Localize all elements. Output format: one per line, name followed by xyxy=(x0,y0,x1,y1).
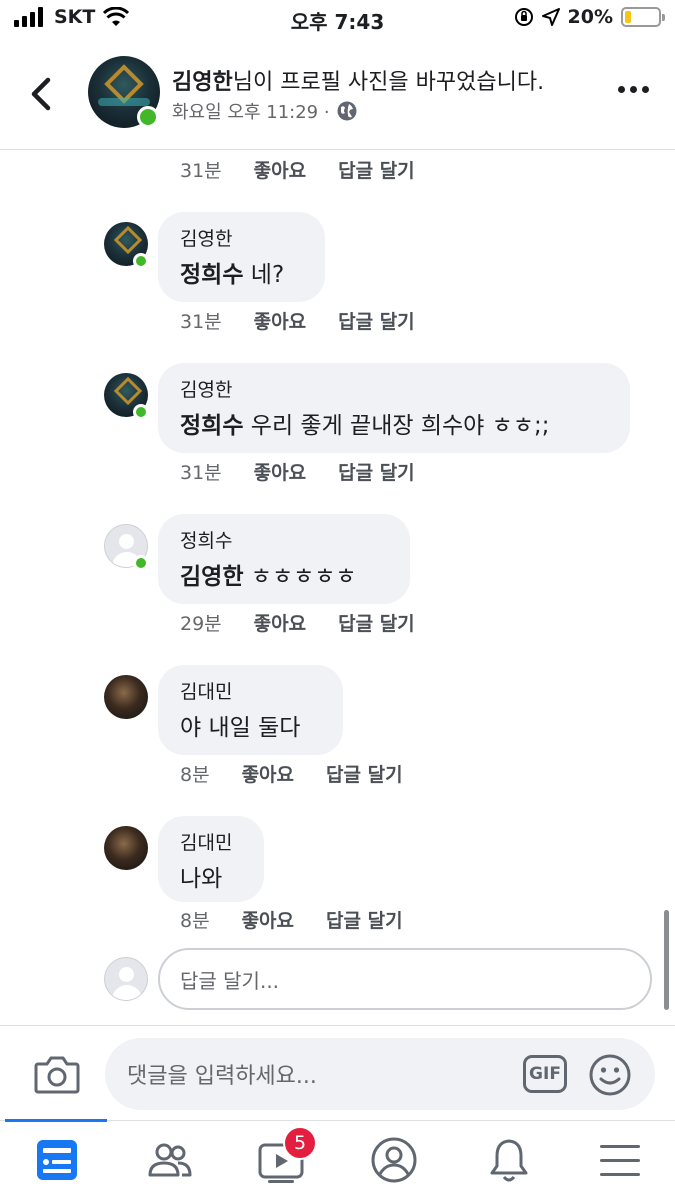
mention[interactable]: 정희수 xyxy=(180,262,243,288)
orientation-lock-icon xyxy=(514,8,533,26)
comment-time: 31분 xyxy=(180,160,222,182)
comment-actions: 8분 좋아요 답글 달기 xyxy=(180,906,403,933)
comment-text: 나와 xyxy=(180,866,223,892)
comment-input[interactable]: 댓글을 입력하세요... xyxy=(105,1038,655,1110)
like-button[interactable]: 좋아요 xyxy=(254,458,306,485)
post-header: 김영한님이 프로필 사진을 바꾸었습니다. 화요일 오후 11:29 · xyxy=(0,38,675,150)
scrollbar[interactable] xyxy=(664,910,669,1010)
battery-icon xyxy=(621,7,665,27)
post-author-name[interactable]: 김영한 xyxy=(172,70,233,95)
comment-time: 8분 xyxy=(180,764,210,786)
post-title: 김영한님이 프로필 사진을 바꾸었습니다. xyxy=(172,64,544,96)
comment-text: 야 내일 둘다 xyxy=(180,715,301,741)
like-button[interactable]: 좋아요 xyxy=(242,760,294,787)
comment-text: 김영한 ㅎㅎㅎㅎㅎ xyxy=(180,564,357,590)
battery-level xyxy=(625,11,631,23)
comment-actions: 31분 좋아요 답글 달기 xyxy=(180,307,415,334)
post-meta: 화요일 오후 11:29 · xyxy=(172,98,358,124)
comment-time: 29분 xyxy=(180,613,222,635)
comment-time: 31분 xyxy=(180,311,222,333)
comment-bubble: 김영한 정희수 네? xyxy=(158,212,325,302)
news-feed-icon[interactable] xyxy=(32,1135,82,1185)
reply-input[interactable]: 답글 달기... xyxy=(158,948,652,1010)
comment-author[interactable]: 김영한 xyxy=(180,224,303,251)
notifications-bell-icon[interactable] xyxy=(484,1135,534,1185)
reply-button[interactable]: 답글 달기 xyxy=(338,156,415,183)
reply-button[interactable]: 답글 달기 xyxy=(338,458,415,485)
comment-composer: 댓글을 입력하세요... GIF xyxy=(0,1025,675,1120)
friends-icon[interactable] xyxy=(145,1135,195,1185)
avatar[interactable] xyxy=(104,675,148,719)
comment-text: 정희수 네? xyxy=(180,262,285,288)
reply-button[interactable]: 답글 달기 xyxy=(338,609,415,636)
comment-author[interactable]: 김대민 xyxy=(180,828,242,855)
menu-icon[interactable] xyxy=(595,1135,645,1185)
mention[interactable]: 정희수 xyxy=(180,413,243,439)
comment-text: 정희수 우리 좋게 끝내장 희수야 ㅎㅎ;; xyxy=(180,413,550,439)
like-button[interactable]: 좋아요 xyxy=(254,156,306,183)
profile-icon[interactable] xyxy=(369,1135,419,1185)
reply-button[interactable]: 답글 달기 xyxy=(338,307,415,334)
comment-author[interactable]: 김영한 xyxy=(180,375,608,402)
comment-author[interactable]: 정희수 xyxy=(180,526,388,553)
reply-button[interactable]: 답글 달기 xyxy=(326,906,403,933)
comment-time: 31분 xyxy=(180,462,222,484)
comment-actions: 31분 좋아요 답글 달기 xyxy=(180,458,415,485)
emoji-icon[interactable] xyxy=(588,1053,632,1097)
camera-icon[interactable] xyxy=(34,1054,80,1094)
my-avatar xyxy=(104,957,148,1001)
comment-thread[interactable]: 31분 좋아요 답글 달기 김영한 정희수 네? 31분 좋아요 답글 달기 김… xyxy=(0,150,675,1025)
comment-time: 8분 xyxy=(180,910,210,932)
more-options-button[interactable] xyxy=(618,86,649,93)
like-button[interactable]: 좋아요 xyxy=(242,906,294,933)
gif-button[interactable]: GIF xyxy=(523,1055,567,1093)
comment-actions: 29분 좋아요 답글 달기 xyxy=(180,609,415,636)
comment-bubble: 김영한 정희수 우리 좋게 끝내장 희수야 ㅎㅎ;; xyxy=(158,363,630,453)
online-indicator xyxy=(133,555,149,571)
bottom-tab-bar: 5 xyxy=(0,1119,675,1200)
location-icon xyxy=(541,8,560,26)
comment-bubble: 정희수 김영한 ㅎㅎㅎㅎㅎ xyxy=(158,514,410,604)
comment-actions: 31분 좋아요 답글 달기 xyxy=(180,156,415,183)
globe-icon xyxy=(337,101,357,121)
online-indicator xyxy=(133,253,149,269)
comment-actions: 8분 좋아요 답글 달기 xyxy=(180,760,403,787)
comment-bubble: 김대민 나와 xyxy=(158,816,264,902)
post-timestamp[interactable]: 화요일 오후 11:29 · xyxy=(172,98,330,124)
reply-button[interactable]: 답글 달기 xyxy=(326,760,403,787)
notification-badge: 5 xyxy=(283,1126,317,1160)
post-title-rest: 님이 프로필 사진을 바꾸었습니다. xyxy=(232,70,545,95)
battery-percent: 20% xyxy=(567,6,613,28)
avatar[interactable] xyxy=(104,826,148,870)
comment-bubble: 김대민 야 내일 둘다 xyxy=(158,665,343,755)
online-indicator xyxy=(133,404,149,420)
active-tab-indicator xyxy=(5,1119,107,1122)
status-bar: SKT 오후 7:43 20% xyxy=(0,0,675,38)
like-button[interactable]: 좋아요 xyxy=(254,307,306,334)
back-chevron-icon[interactable] xyxy=(24,74,60,114)
comment-author[interactable]: 김대민 xyxy=(180,677,321,704)
online-indicator xyxy=(137,106,159,128)
mention[interactable]: 김영한 xyxy=(180,564,243,590)
like-button[interactable]: 좋아요 xyxy=(254,609,306,636)
